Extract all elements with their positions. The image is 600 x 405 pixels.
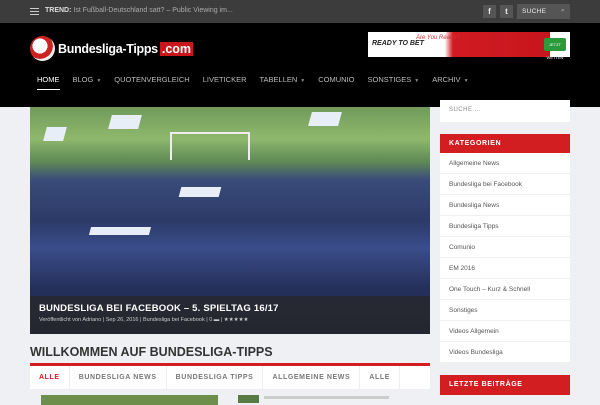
search-placeholder: SUCHE [522, 8, 547, 15]
category-item[interactable]: Bundesliga News [440, 195, 570, 216]
category-item[interactable]: Bundesliga Tipps [440, 216, 570, 237]
nav-liveticker[interactable]: LIVETICKER [203, 75, 247, 84]
hero-meta: Veröffentlicht von Adriano | Sep 26, 201… [39, 317, 249, 323]
facebook-icon[interactable]: f [483, 5, 496, 18]
categories-list: Allgemeine News Bundesliga bei Facebook … [440, 153, 570, 363]
category-item[interactable]: Videos Allgemein [440, 321, 570, 342]
section-title: WILLKOMMEN AUF BUNDESLIGA-TIPPS [30, 345, 273, 359]
category-item[interactable]: Allgemeine News [440, 153, 570, 174]
nav-label: QUOTENVERGLEICH [114, 75, 190, 84]
search-icon[interactable]: ⌕ [561, 7, 565, 15]
trend-label: TREND: [45, 7, 72, 14]
top-search-input[interactable]: SUCHE ⌕ [517, 4, 570, 19]
trend-ticker[interactable]: TREND: Ist Fußball-Deutschland satt? – P… [45, 7, 233, 14]
sidebar-search-input[interactable]: SUCHE ... [440, 100, 570, 122]
hero-scarf-image [178, 187, 222, 197]
chevron-down-icon: ▼ [463, 78, 469, 84]
nav-home[interactable]: HOME [37, 75, 60, 90]
featured-post-slider[interactable]: BUNDESLIGA BEI FACEBOOK – 5. SPIELTAG 16… [30, 107, 430, 334]
tab-alle-2[interactable]: ALLE [360, 366, 400, 389]
tab-bundesliga-news[interactable]: BUNDESLIGA NEWS [70, 366, 167, 389]
chevron-down-icon: ▼ [96, 78, 102, 84]
post-tabs: ALLE BUNDESLIGA NEWS BUNDESLIGA TIPPS AL… [30, 366, 430, 390]
categories-title: KATEGORIEN [440, 134, 570, 154]
nav-label: HOME [37, 75, 60, 84]
hero-goal-image [170, 132, 250, 160]
nav-label: SONSTIGES [367, 75, 412, 84]
twitter-icon[interactable]: t [500, 5, 513, 18]
category-item[interactable]: Sonstiges [440, 300, 570, 321]
post-image[interactable] [41, 395, 218, 405]
ad-brand: READY TO BET [372, 40, 424, 47]
nav-blog[interactable]: BLOG ▼ [73, 75, 102, 84]
ad-slogan: Are You Ready? [416, 35, 460, 41]
logo-mascot-icon [30, 36, 55, 61]
ad-banner[interactable]: READY TO BET Are You Ready? JETZT WETTEN [368, 32, 570, 60]
chevron-down-icon: ▼ [300, 78, 306, 84]
hero-scarf-image [88, 227, 152, 235]
category-item[interactable]: Bundesliga bei Facebook [440, 174, 570, 195]
category-item[interactable]: One Touch – Kurz & Schnell [440, 279, 570, 300]
main-nav: HOME BLOG ▼ QUOTENVERGLEICH LIVETICKER TA… [37, 75, 482, 90]
post-title-line[interactable] [264, 396, 389, 399]
post-thumbnail[interactable] [238, 395, 259, 403]
top-bar: TREND: Ist Fußball-Deutschland satt? – P… [0, 0, 600, 23]
site-header: Bundesliga-Tipps .com READY TO BET Are Y… [0, 23, 600, 107]
nav-sonstiges[interactable]: SONSTIGES ▼ [368, 75, 420, 84]
tab-allgemeine-news[interactable]: ALLGEMEINE NEWS [263, 366, 361, 389]
menu-icon[interactable] [30, 8, 39, 15]
nav-label: COMUNIO [318, 75, 355, 84]
nav-label: LIVETICKER [202, 75, 247, 84]
ad-button[interactable]: JETZT WETTEN [544, 38, 566, 60]
hero-flag-image [308, 112, 342, 126]
hero-caption: BUNDESLIGA BEI FACEBOOK – 5. SPIELTAG 16… [30, 296, 430, 334]
nav-tabellen[interactable]: TABELLEN ▼ [260, 75, 306, 84]
trend-text[interactable]: Ist Fußball-Deutschland satt? – Public V… [73, 7, 232, 14]
recent-posts-title: LETZTE BEITRÄGE [440, 375, 570, 395]
hero-flag-image [43, 127, 67, 141]
nav-comunio[interactable]: COMUNIO [318, 75, 354, 84]
category-item[interactable]: EM 2016 [440, 258, 570, 279]
tab-bundesliga-tipps[interactable]: BUNDESLIGA TIPPS [167, 366, 264, 389]
logo-text: Bundesliga-Tipps [58, 41, 158, 56]
site-logo[interactable]: Bundesliga-Tipps .com [30, 36, 194, 61]
nav-label: BLOG [72, 75, 94, 84]
category-item[interactable]: Videos Bundesliga [440, 342, 570, 363]
nav-label: TABELLEN [259, 75, 298, 84]
nav-label: ARCHIV [432, 75, 461, 84]
category-item[interactable]: Comunio [440, 237, 570, 258]
tab-alle[interactable]: ALLE [30, 366, 70, 389]
hero-flag-image [108, 115, 142, 129]
nav-quotenvergleich[interactable]: QUOTENVERGLEICH [114, 75, 189, 84]
logo-suffix: .com [159, 41, 194, 56]
chevron-down-icon: ▼ [414, 78, 420, 84]
nav-archiv[interactable]: ARCHIV ▼ [432, 75, 468, 84]
hero-title[interactable]: BUNDESLIGA BEI FACEBOOK – 5. SPIELTAG 16… [39, 303, 421, 314]
